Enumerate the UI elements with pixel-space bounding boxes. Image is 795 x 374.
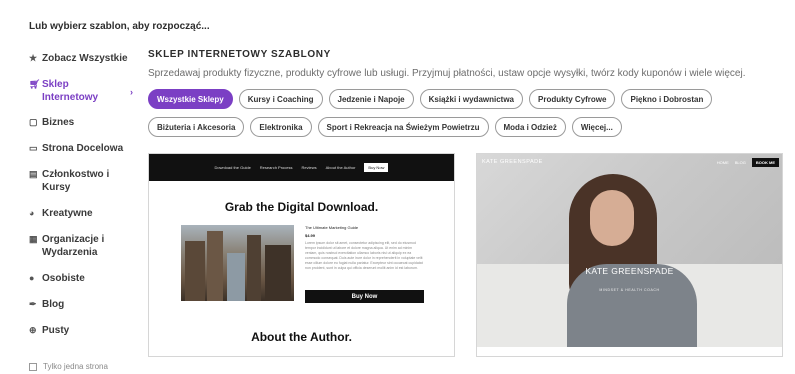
chevron-right-icon: ›: [130, 87, 133, 97]
single-page-label: Tylko jedna strona: [43, 362, 108, 371]
sidebar-item-label: Strona Docelowa: [42, 143, 124, 154]
sidebar-item-landing-page[interactable]: ▭ Strona Docelowa: [29, 142, 137, 155]
category-sidebar: ★ Zobacz Wszystkie 🛒︎ Sklep Internetowy …: [29, 52, 137, 350]
chip-fashion-clothing[interactable]: Moda i Odzież: [494, 117, 566, 137]
section-title: SKLEP INTERNETOWY SZABLONY: [148, 49, 331, 60]
sidebar-item-personal[interactable]: ● Osobiste: [29, 272, 137, 285]
template-subheading: About the Author.: [251, 330, 352, 344]
product-title: The Ultimate Marketing Guide: [305, 225, 359, 230]
chip-jewelry-accessories[interactable]: Biżuteria i Akcesoria: [148, 117, 245, 137]
template-nav-link: Reviews: [301, 165, 317, 170]
template-preview-navbar: KATE GREENSPADE HOME BLOG BOOK ME: [477, 154, 782, 170]
sidebar-item-blog[interactable]: ✒ Blog: [29, 298, 137, 311]
person-icon: ●: [29, 273, 35, 283]
sidebar-item-label: Organizacje i Wydarzenia: [42, 234, 105, 258]
template-gallery: SKLEP INTERNETOWY SZABLONY Sprzedawaj pr…: [148, 49, 788, 145]
chip-sports-outdoor[interactable]: Sport i Rekreacja na Świeżym Powietrzu: [317, 117, 489, 137]
sidebar-item-view-all[interactable]: ★ Zobacz Wszystkie: [29, 52, 137, 65]
sidebar-item-business[interactable]: ▢ Biznes: [29, 116, 137, 129]
chip-beauty-wellness[interactable]: Piękno i Dobrostan: [621, 89, 713, 109]
sidebar-item-creative[interactable]: ◕ Kreatywne: [29, 207, 137, 220]
category-filter-chips: Wszystkie Sklepy Kursy i Coaching Jedzen…: [148, 89, 788, 145]
page-prompt: Lub wybierz szablon, aby rozpocząć...: [29, 21, 210, 32]
product-info: The Ultimate Marketing Guide $4.99 Lorem…: [305, 225, 424, 281]
sidebar-item-label: Zobacz Wszystkie: [42, 53, 128, 64]
template-product-block: The Ultimate Marketing Guide $4.99 Lorem…: [181, 225, 424, 303]
single-page-filter[interactable]: Tylko jedna strona: [29, 362, 108, 371]
sidebar-item-membership[interactable]: ▤ Członkostwo i Kursy: [29, 168, 137, 194]
template-hero-subtitle: MINDSET & HEALTH COACH: [599, 288, 660, 292]
chip-electronics[interactable]: Elektronika: [250, 117, 312, 137]
buy-now-button: Buy Now: [305, 290, 424, 303]
cart-icon: 🛒︎: [29, 79, 41, 89]
sidebar-item-organizations[interactable]: ▦ Organizacje i Wydarzenia: [29, 233, 137, 259]
template-nav-button: BOOK ME: [751, 157, 779, 167]
sidebar-item-label: Kreatywne: [42, 208, 93, 219]
chip-books-publishing[interactable]: Książki i wydawnictwa: [419, 89, 524, 109]
coach-portrait-photo: [477, 154, 782, 347]
quill-icon: ✒: [29, 299, 37, 309]
plus-circle-icon: ⊕: [29, 325, 37, 335]
template-nav-link: HOME: [716, 159, 729, 165]
template-nav-link: Download the Guide: [214, 165, 251, 170]
template-card-digital-download[interactable]: Download the Guide Research Process Revi…: [148, 153, 455, 357]
template-heading: Grab the Digital Download.: [224, 200, 379, 214]
star-icon: ★: [29, 53, 38, 63]
sidebar-item-label: Biznes: [42, 117, 75, 128]
product-description: Lorem ipsum dolor sit amet, consectetur …: [305, 241, 423, 270]
chip-all-stores[interactable]: Wszystkie Sklepy: [148, 89, 233, 109]
chip-more[interactable]: Więcej...: [571, 117, 622, 137]
product-price: $4.99: [305, 233, 316, 238]
city-street-photo: [181, 225, 294, 301]
browser-icon: ▭: [29, 143, 38, 153]
section-description: Sprzedawaj produkty fizyczne, produkty c…: [148, 68, 746, 79]
chip-courses-coaching[interactable]: Kursy i Coaching: [238, 89, 323, 109]
sidebar-item-online-store[interactable]: 🛒︎ Sklep Internetowy ›: [29, 78, 137, 104]
template-hero-name: KATE GREENSPADE: [585, 266, 674, 276]
calendar-icon: ▦: [29, 234, 38, 244]
sidebar-item-label: Osobiste: [42, 273, 85, 284]
briefcase-icon: ▢: [29, 117, 38, 127]
template-preview-navbar: Download the Guide Research Process Revi…: [149, 154, 454, 181]
template-nav-link: About the Author: [325, 165, 356, 170]
sidebar-item-label: Sklep Internetowy: [42, 79, 99, 103]
single-page-checkbox[interactable]: [29, 362, 37, 371]
palette-icon: ◕: [29, 208, 35, 218]
sidebar-item-label: Pusty: [42, 325, 70, 336]
sidebar-item-label: Członkostwo i Kursy: [42, 169, 110, 193]
sidebar-item-label: Blog: [42, 299, 65, 310]
chip-digital-products[interactable]: Produkty Cyfrowe: [529, 89, 616, 109]
sidebar-item-empty[interactable]: ⊕ Pusty: [29, 324, 137, 337]
template-card-coach[interactable]: KATE GREENSPADE HOME BLOG BOOK ME KATE G…: [476, 153, 783, 357]
template-nav-button: Buy Now: [364, 163, 389, 172]
template-nav-link: Research Process: [259, 165, 293, 170]
template-brand: KATE GREENSPADE: [482, 159, 543, 165]
template-nav-link: BLOG: [734, 159, 746, 165]
id-card-icon: ▤: [29, 169, 38, 179]
chip-food-drink[interactable]: Jedzenie i Napoje: [328, 89, 414, 109]
